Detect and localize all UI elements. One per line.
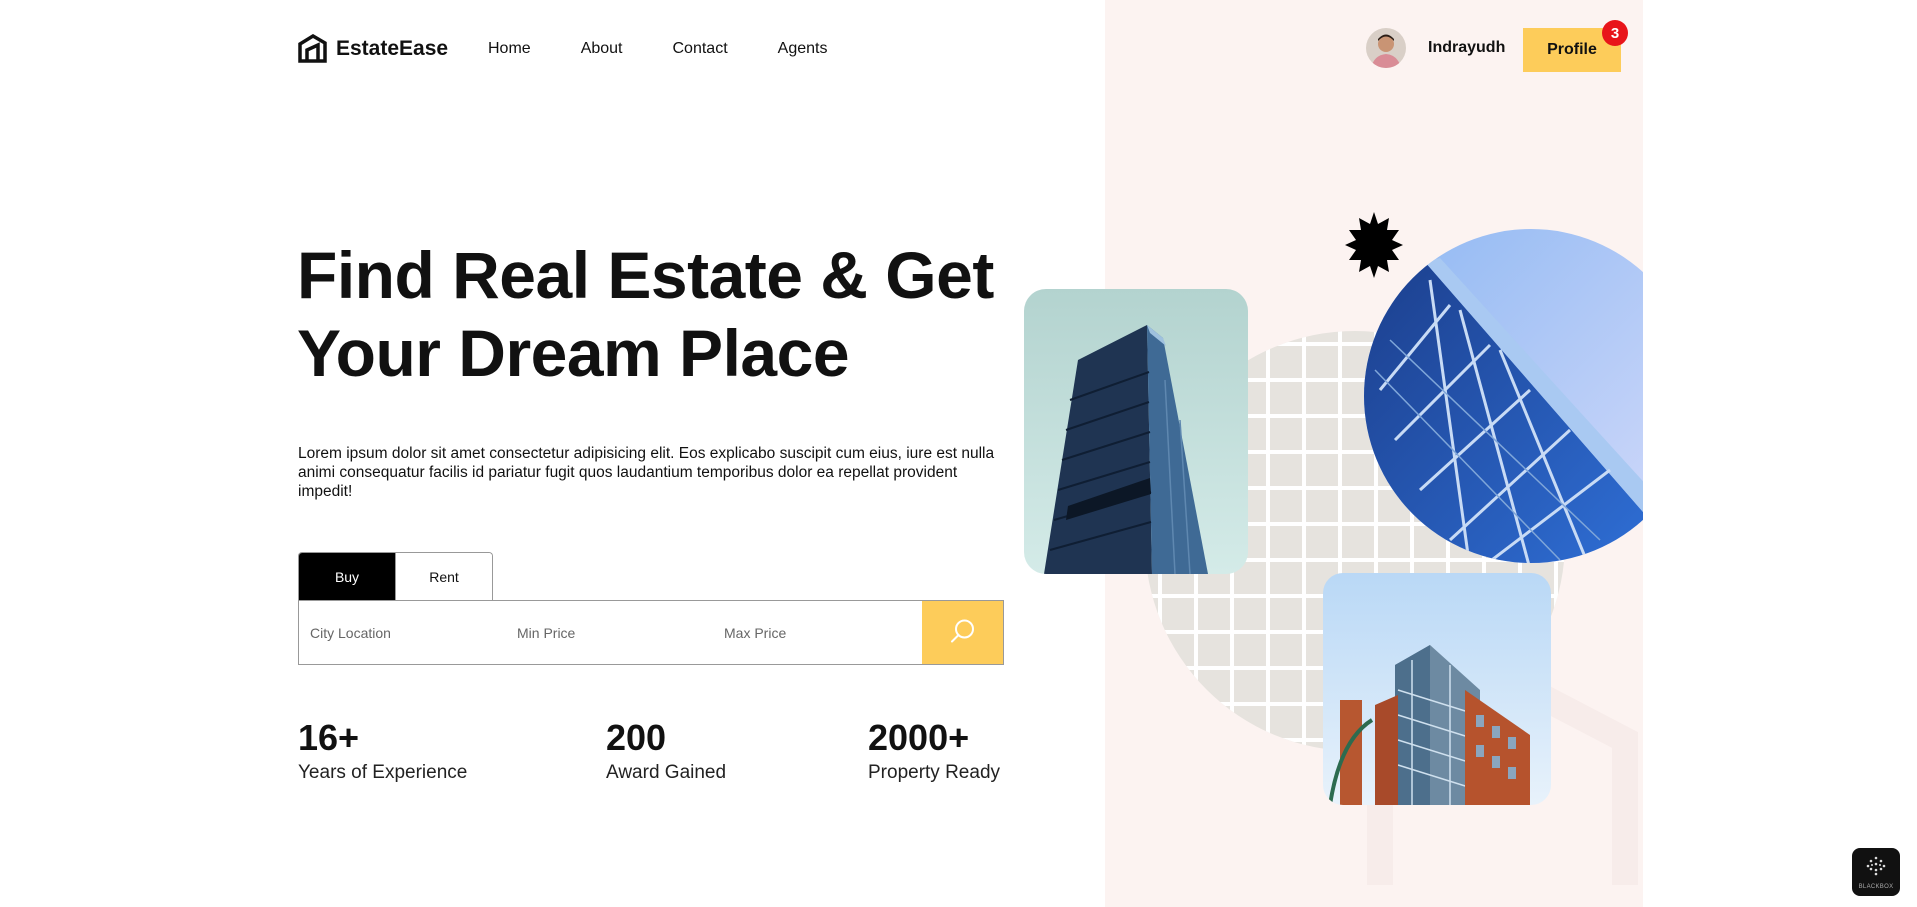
nav-home[interactable]: Home bbox=[488, 40, 531, 58]
nav-agents[interactable]: Agents bbox=[778, 40, 828, 58]
house-logo-icon bbox=[298, 34, 327, 63]
city-location-input[interactable] bbox=[299, 601, 506, 664]
stat-value: 2000+ bbox=[868, 717, 970, 758]
blackbox-label: BLACKBOX bbox=[1858, 883, 1894, 890]
stat-label: Years of Experience bbox=[298, 762, 468, 783]
blackbox-widget-button[interactable]: BLACKBOX bbox=[1852, 848, 1900, 896]
main-nav: Home About Contact Agents bbox=[488, 40, 827, 58]
search-button[interactable] bbox=[922, 601, 1003, 664]
stat-value: 16+ bbox=[298, 717, 360, 758]
tab-buy[interactable]: Buy bbox=[299, 553, 395, 601]
stat-label: Property Ready bbox=[868, 762, 1001, 783]
stat-experience: 16+ Years of Experience bbox=[298, 718, 467, 784]
stat-value: 200 bbox=[606, 717, 667, 758]
hero-image-panel bbox=[1105, 0, 1643, 907]
brand-logo[interactable]: EstateEase bbox=[298, 34, 448, 63]
top-navbar: EstateEase Home About Contact Agents Ind… bbox=[0, 0, 1917, 100]
tab-rent[interactable]: Rent bbox=[395, 553, 492, 601]
max-price-input[interactable] bbox=[713, 601, 920, 664]
stat-awards: 200 Award Gained bbox=[606, 718, 726, 784]
hero-title: Find Real Estate & Get Your Dream Place bbox=[297, 236, 1017, 392]
user-name: Indrayudh bbox=[1428, 39, 1506, 56]
stat-properties: 2000+ Property Ready bbox=[868, 718, 1000, 784]
user-avatar[interactable] bbox=[1366, 28, 1406, 68]
property-search-bar bbox=[298, 600, 1004, 665]
stat-label: Award Gained bbox=[606, 762, 727, 783]
nav-about[interactable]: About bbox=[581, 40, 623, 58]
search-tabs: Buy Rent bbox=[298, 552, 493, 601]
blackbox-cube-icon bbox=[1865, 855, 1887, 882]
user-menu[interactable]: Indrayudh bbox=[1366, 28, 1505, 68]
brand-name: EstateEase bbox=[336, 36, 449, 60]
hero-description: Lorem ipsum dolor sit amet consectetur a… bbox=[298, 445, 995, 500]
notification-badge: 3 bbox=[1602, 20, 1628, 46]
hero-title-line2: Your Dream Place bbox=[297, 316, 850, 390]
hero-title-line1: Find Real Estate & Get bbox=[297, 238, 994, 312]
nav-contact[interactable]: Contact bbox=[673, 40, 728, 58]
min-price-input[interactable] bbox=[506, 601, 713, 664]
search-icon bbox=[950, 618, 976, 647]
